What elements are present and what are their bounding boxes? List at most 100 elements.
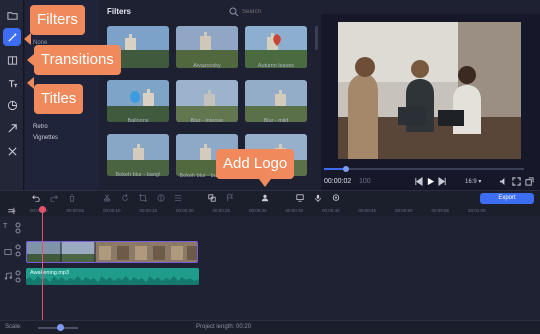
microphone-icon[interactable] [314,194,322,202]
filter-label: Bokeh blur - bang! [115,172,161,178]
category-item[interactable]: Vignettes [33,135,58,141]
more-tools-button[interactable] [3,142,21,160]
play-icon[interactable] [426,177,435,186]
video-track-icon [4,249,12,255]
sticker-icon [7,100,17,110]
callout-transitions-pointer [27,54,34,66]
ruler-tick-label: 00:00:35 [285,208,304,213]
color-adjust-icon[interactable] [157,194,165,202]
ruler-tick-label: 00:00:40 [322,208,340,213]
flag-icon[interactable] [226,194,234,202]
detach-preview-icon[interactable] [525,177,534,186]
arrow-icon [7,123,17,133]
aspect-ratio-select[interactable]: 16:9 ▾ [465,178,481,185]
cut-icon[interactable] [103,194,111,202]
undo-icon[interactable] [32,194,40,202]
scale-slider-handle[interactable] [57,324,64,331]
skip-forward-icon[interactable] [438,177,447,186]
delete-icon[interactable] [68,194,76,202]
video-track-toggle-icons[interactable] [14,244,22,258]
filter-tile[interactable] [245,26,307,68]
ruler-tick-label: 00:00:45 [358,208,377,213]
magic-wand-icon [7,32,17,42]
search-icon[interactable] [229,7,239,17]
ruler-tick-label: 00:00:55 [431,208,450,213]
track-visibility-icons[interactable] [14,222,22,234]
volume-icon[interactable] [499,177,508,186]
music-note-icon [4,272,12,280]
filter-tile[interactable] [107,80,169,122]
preview-timecode-frames: 100 [359,178,371,185]
video-clip[interactable] [26,241,198,263]
preview-scrubber[interactable] [324,168,524,170]
ruler-tick-label: 00:00:50 [395,208,413,213]
transition-icon [7,55,17,65]
filter-label: Aivazovsky [193,63,221,69]
callout-transitions: Transitions [34,45,121,75]
video-frame [338,22,521,159]
stickers-tool-button[interactable] [3,96,21,114]
text-icon [8,79,17,87]
callout-titles-pointer [27,77,34,89]
ruler-tick-label: 00:00:30 [249,208,267,213]
preview-timecode: 00:00:02 [324,178,352,185]
ruler-tick-label: 00:00:25 [212,208,231,213]
crop-icon[interactable] [139,194,147,202]
filter-label: Balloons [127,118,149,124]
text-track-icon: T [3,223,8,230]
filter-label: Autumn leaves [257,63,295,69]
filter-thumbnail [107,134,169,176]
webcam-icon[interactable] [332,194,340,202]
filter-thumbnail [176,80,238,122]
folder-icon [6,11,18,20]
category-item[interactable]: Retro [33,124,48,130]
panel-title: Filters [107,7,132,16]
video-clip-thumbnails [27,242,197,262]
playhead-handle[interactable] [39,206,46,213]
rotate-icon[interactable] [121,194,129,202]
overlay-icon[interactable] [208,194,216,202]
audio-track-toggle-icons[interactable] [14,270,22,284]
callout-add-logo: Add Logo [216,149,295,179]
import-button[interactable] [3,6,21,24]
playhead[interactable] [42,206,43,320]
ruler-tick-label: 00:01:00 [468,208,486,213]
audio-clip-label: Awakening.mp3 [30,270,70,276]
scale-label: Scale: [5,324,22,330]
filter-thumbnail [107,80,169,122]
titles-tool-button[interactable] [3,74,21,92]
skip-back-icon[interactable] [414,177,423,186]
callout-add-logo-pointer [259,179,271,187]
callout-filters: Filters [30,5,85,35]
filter-tile[interactable] [107,134,169,176]
redo-icon[interactable] [50,194,58,202]
screen-record-icon[interactable] [296,194,304,202]
filter-label: Blur - mild [263,118,289,124]
fullscreen-icon[interactable] [512,177,521,186]
callout-filters-pointer [24,33,31,45]
ruler-tick-label: 00:00:10 [103,208,121,213]
transitions-tool-button[interactable] [3,51,21,69]
filter-tile[interactable] [176,80,238,122]
preview-scrubber-handle[interactable] [343,166,349,172]
transform-tool-button[interactable] [3,119,21,137]
edit-toolbar [0,190,540,206]
tool-rail [0,0,24,190]
ruler-tick-label: 00:00:05 [66,208,85,213]
add-logo-icon[interactable] [261,194,269,202]
project-length: Project length: 00:20 [196,324,252,330]
filter-tile[interactable] [176,26,238,68]
panel-scrollbar[interactable] [315,26,318,50]
export-button[interactable]: Export [480,193,534,204]
filter-tile[interactable] [245,80,307,122]
ruler-tick-label: 00:00:15 [139,208,158,213]
preview-header [321,0,540,14]
filter-thumbnail [245,80,307,122]
callout-titles: Titles [34,84,84,114]
add-track-icon[interactable] [7,207,16,215]
filter-label: Blur - intense [190,118,224,124]
preview-video[interactable] [338,22,521,159]
clip-properties-icon[interactable] [174,194,182,202]
filters-tool-button[interactable] [3,28,21,46]
search-input[interactable] [242,5,306,18]
